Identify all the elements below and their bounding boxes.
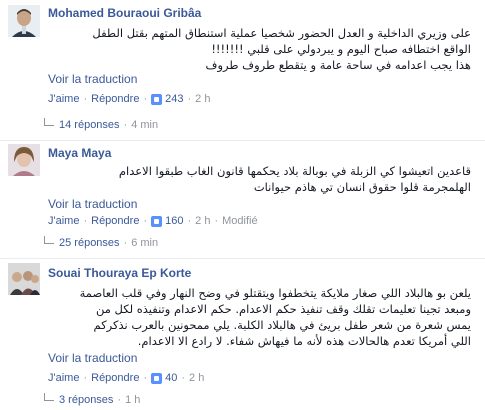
view-replies[interactable]: 14 réponses · 4 min — [44, 118, 159, 131]
replies-label[interactable]: 3 réponses — [59, 394, 113, 406]
comment-author[interactable]: Maya Maya — [48, 146, 111, 160]
see-translation-link[interactable]: Voir la traduction — [48, 197, 137, 211]
replies-time: 6 min — [131, 237, 159, 249]
view-replies[interactable]: 3 réponses · 1 h — [44, 393, 141, 406]
comment-actions: J'aime · Répondre · 160 · 2 h · Modifié — [48, 215, 258, 227]
like-count[interactable]: 243 — [151, 93, 183, 105]
separator-dot: · — [143, 93, 148, 105]
separator-dot: · — [83, 372, 88, 384]
comment-time[interactable]: 2 h — [189, 372, 204, 384]
comment-text: قاعدين اتعيشوا كي الزبلة في بوبالة بلاد … — [48, 163, 471, 195]
like-count-value: 40 — [165, 372, 178, 384]
separator-dot: · — [143, 215, 148, 227]
separator-dot: · — [181, 372, 186, 384]
like-link[interactable]: J'aime — [48, 93, 79, 105]
view-replies[interactable]: 25 réponses · 6 min — [44, 236, 159, 249]
thumbs-up-icon — [151, 215, 163, 227]
comment-line: الهلمجرمة قلوا حقوق انسان تي هاذم حيوانا… — [253, 180, 471, 194]
comment-line: قاعدين اتعيشوا كي الزبلة في بوبالة بلاد … — [118, 164, 471, 178]
avatar[interactable] — [8, 263, 40, 295]
thumbs-up-icon — [151, 93, 163, 105]
separator-dot: · — [123, 237, 128, 249]
like-count[interactable]: 160 — [151, 215, 183, 227]
like-link[interactable]: J'aime — [48, 215, 79, 227]
reply-link[interactable]: Répondre — [91, 372, 139, 384]
divider — [0, 258, 485, 259]
reply-link[interactable]: Répondre — [91, 215, 139, 227]
comment-author[interactable]: Souai Thouraya Ep Korte — [48, 266, 191, 280]
comment-line: اللي أمريكا تعدم هالحالات هذه لأنه ما في… — [137, 334, 471, 348]
comment-line: يمس شعرة من شعر طفل بريئ في هالبلاد الكل… — [93, 318, 471, 332]
avatar-image — [8, 5, 40, 37]
comment-text: يلعن بو هالبلاد اللي صغار ملايكة يتخطفوا… — [48, 285, 471, 349]
comment-line: ومبعد تجينا تعليمات تقلك وقف تنفيذ حكم ا… — [95, 302, 471, 316]
separator-dot: · — [187, 215, 192, 227]
replies-time: 1 h — [125, 394, 141, 406]
reply-arrow-icon — [44, 393, 54, 401]
separator-dot: · — [123, 119, 128, 131]
avatar[interactable] — [8, 144, 40, 176]
comment-line: على وزيري الداخلية و العدل الحضور شخصيا … — [92, 26, 471, 40]
separator-dot: · — [117, 394, 122, 406]
avatar-image — [8, 263, 40, 295]
separator-dot: · — [143, 372, 148, 384]
like-link[interactable]: J'aime — [48, 372, 79, 384]
avatar[interactable] — [8, 5, 40, 37]
replies-label[interactable]: 25 réponses — [59, 237, 120, 249]
comment-text: على وزيري الداخلية و العدل الحضور شخصيا … — [48, 25, 471, 73]
separator-dot: · — [83, 93, 88, 105]
see-translation-link[interactable]: Voir la traduction — [48, 351, 137, 365]
reply-arrow-icon — [44, 236, 54, 244]
reply-link[interactable]: Répondre — [91, 93, 139, 105]
separator-dot: · — [187, 93, 192, 105]
replies-label[interactable]: 14 réponses — [59, 119, 120, 131]
edited-label[interactable]: Modifié — [222, 215, 257, 227]
thumbs-up-icon — [151, 372, 163, 384]
comment-actions: J'aime · Répondre · 40 · 2 h — [48, 372, 204, 384]
see-translation-link[interactable]: Voir la traduction — [48, 72, 137, 86]
like-count-value: 243 — [165, 93, 184, 105]
like-count-value: 160 — [165, 215, 184, 227]
comment-author[interactable]: Mohamed Bouraoui Gribâa — [48, 6, 201, 20]
divider — [0, 140, 485, 141]
avatar-image — [8, 144, 40, 176]
separator-dot: · — [83, 215, 88, 227]
like-count[interactable]: 40 — [151, 372, 177, 384]
separator-dot: · — [214, 215, 219, 227]
comment-line: هذا يجب اعدامه في ساحة عامة و يتقطع طروف… — [205, 58, 471, 72]
comment-actions: J'aime · Répondre · 243 · 2 h — [48, 93, 210, 105]
comment-time[interactable]: 2 h — [195, 215, 210, 227]
reply-arrow-icon — [44, 118, 54, 126]
replies-time: 4 min — [131, 119, 159, 131]
comment-line: الواقع اختطافه صباح اليوم و يبردولي على … — [211, 42, 471, 56]
comment-line: يلعن بو هالبلاد اللي صغار ملايكة يتخطفوا… — [79, 286, 471, 300]
comment-time[interactable]: 2 h — [195, 93, 210, 105]
